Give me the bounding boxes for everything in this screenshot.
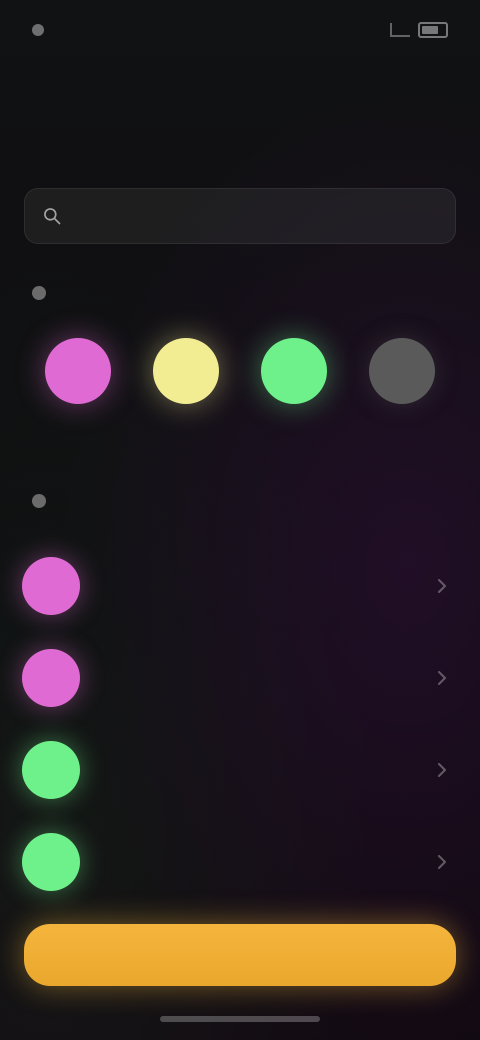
home-indicator <box>160 1016 320 1022</box>
avatar <box>22 649 80 707</box>
search-bar[interactable] <box>24 188 456 244</box>
section-title-colors <box>32 286 56 300</box>
color-circle-green <box>261 338 327 404</box>
chevron-right-icon <box>434 762 450 778</box>
section-dot-icon <box>32 494 46 508</box>
swatch-green[interactable] <box>248 338 340 418</box>
list-item[interactable] <box>20 816 460 908</box>
swatch-gray[interactable] <box>356 338 448 418</box>
battery-icon <box>418 22 448 38</box>
swatch-pink[interactable] <box>32 338 124 418</box>
chevron-right-icon <box>434 854 450 870</box>
avatar <box>22 557 80 615</box>
chevron-right-icon <box>434 670 450 686</box>
signal-icon <box>390 23 410 37</box>
primary-button[interactable] <box>24 924 456 986</box>
avatar <box>22 741 80 799</box>
avatar <box>22 833 80 891</box>
list-item[interactable] <box>20 632 460 724</box>
swatch-yellow[interactable] <box>140 338 232 418</box>
color-circle-yellow <box>153 338 219 404</box>
color-swatches <box>32 338 448 458</box>
list-item[interactable] <box>20 724 460 816</box>
status-left <box>32 24 52 36</box>
app-screen <box>0 0 480 1040</box>
section-dot-icon <box>32 286 46 300</box>
status-dot-icon <box>32 24 44 36</box>
color-circle-pink <box>45 338 111 404</box>
items-list <box>20 540 460 908</box>
section-title-list <box>32 494 56 508</box>
color-circle-gray <box>369 338 435 404</box>
chevron-right-icon <box>434 578 450 594</box>
status-bar <box>32 18 448 42</box>
status-right <box>390 22 448 38</box>
list-item[interactable] <box>20 540 460 632</box>
search-icon <box>41 205 63 227</box>
